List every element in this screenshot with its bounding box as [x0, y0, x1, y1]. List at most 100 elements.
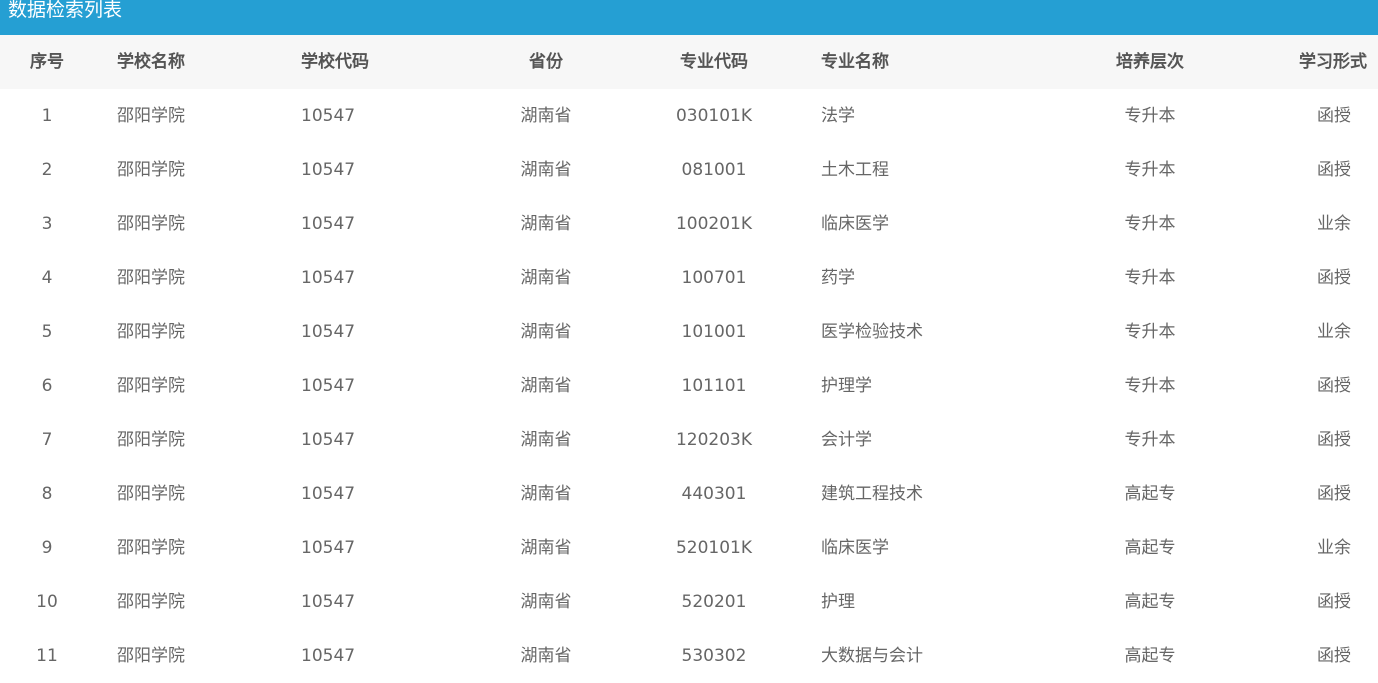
- cell-level: 专升本: [1124, 322, 1176, 342]
- cell-major-name: 土木工程: [821, 160, 889, 180]
- cell-province: 湖南省: [520, 214, 572, 234]
- table-row: 11 邵阳学院 10547 湖南省 530302 大数据与会计 高起专 函授: [0, 629, 1378, 683]
- header-school-name: 学校名称: [117, 52, 185, 72]
- cell-study-form: 业余: [1317, 538, 1351, 558]
- table-row: 1 邵阳学院 10547 湖南省 030101K 法学 专升本 函授: [0, 89, 1378, 143]
- header-seq: 序号: [30, 52, 64, 72]
- cell-level: 专升本: [1124, 376, 1176, 396]
- cell-school-name: 邵阳学院: [117, 214, 185, 234]
- cell-school-code: 10547: [301, 214, 356, 234]
- cell-major-name: 建筑工程技术: [821, 484, 923, 504]
- cell-seq: 3: [41, 214, 53, 234]
- cell-major-name: 护理: [821, 592, 855, 612]
- cell-major-name: 会计学: [821, 430, 872, 450]
- data-table: 序号 学校名称 学校代码 省份 专业代码 专业名称 培养层次 学习形式 1 邵阳…: [0, 35, 1378, 683]
- cell-school-code: 10547: [301, 160, 356, 180]
- cell-school-code: 10547: [301, 322, 356, 342]
- cell-study-form: 函授: [1317, 484, 1351, 504]
- cell-level: 专升本: [1124, 106, 1176, 126]
- cell-seq: 11: [36, 646, 58, 666]
- cell-school-code: 10547: [301, 430, 356, 450]
- cell-major-code: 030101K: [675, 106, 753, 126]
- header-major-name: 专业名称: [821, 52, 889, 72]
- cell-major-name: 临床医学: [821, 214, 889, 234]
- cell-major-code: 100201K: [675, 214, 753, 234]
- cell-province: 湖南省: [520, 646, 572, 666]
- cell-seq: 8: [41, 484, 53, 504]
- cell-major-name: 护理学: [821, 376, 872, 396]
- cell-study-form: 业余: [1317, 322, 1351, 342]
- cell-major-code: 081001: [681, 160, 747, 180]
- cell-seq: 5: [41, 322, 53, 342]
- cell-level: 专升本: [1124, 160, 1176, 180]
- header-province: 省份: [529, 52, 563, 72]
- cell-level: 专升本: [1124, 268, 1176, 288]
- cell-seq: 2: [41, 160, 53, 180]
- cell-major-name: 药学: [821, 268, 855, 288]
- cell-province: 湖南省: [520, 322, 572, 342]
- cell-study-form: 函授: [1317, 268, 1351, 288]
- cell-level: 高起专: [1124, 646, 1176, 666]
- cell-school-code: 10547: [301, 484, 356, 504]
- cell-major-code: 101001: [681, 322, 747, 342]
- table-row: 2 邵阳学院 10547 湖南省 081001 土木工程 专升本 函授: [0, 143, 1378, 197]
- cell-level: 专升本: [1124, 214, 1176, 234]
- cell-province: 湖南省: [520, 430, 572, 450]
- table-row: 3 邵阳学院 10547 湖南省 100201K 临床医学 专升本 业余: [0, 197, 1378, 251]
- cell-study-form: 函授: [1317, 376, 1351, 396]
- page-title: 数据检索列表: [8, 0, 123, 21]
- cell-major-code: 101101: [681, 376, 747, 396]
- list-title-bar: 数据检索列表: [0, 0, 1378, 35]
- cell-school-code: 10547: [301, 592, 356, 612]
- cell-level: 高起专: [1124, 592, 1176, 612]
- header-level: 培养层次: [1116, 52, 1184, 72]
- table-row: 7 邵阳学院 10547 湖南省 120203K 会计学 专升本 函授: [0, 413, 1378, 467]
- cell-province: 湖南省: [520, 106, 572, 126]
- cell-school-name: 邵阳学院: [117, 376, 185, 396]
- cell-seq: 6: [41, 376, 53, 396]
- cell-school-code: 10547: [301, 106, 356, 126]
- cell-school-code: 10547: [301, 538, 356, 558]
- cell-school-code: 10547: [301, 268, 356, 288]
- cell-major-code: 440301: [681, 484, 747, 504]
- cell-major-name: 临床医学: [821, 538, 889, 558]
- header-study-form: 学习形式: [1299, 52, 1367, 72]
- table-row: 10 邵阳学院 10547 湖南省 520201 护理 高起专 函授: [0, 575, 1378, 629]
- cell-province: 湖南省: [520, 538, 572, 558]
- cell-seq: 7: [41, 430, 53, 450]
- cell-seq: 9: [41, 538, 53, 558]
- table-row: 4 邵阳学院 10547 湖南省 100701 药学 专升本 函授: [0, 251, 1378, 305]
- cell-province: 湖南省: [520, 376, 572, 396]
- cell-school-name: 邵阳学院: [117, 646, 185, 666]
- cell-study-form: 函授: [1317, 160, 1351, 180]
- cell-major-code: 530302: [681, 646, 747, 666]
- cell-province: 湖南省: [520, 160, 572, 180]
- cell-school-name: 邵阳学院: [117, 592, 185, 612]
- header-major-code: 专业代码: [680, 52, 748, 72]
- cell-study-form: 函授: [1317, 646, 1351, 666]
- cell-study-form: 函授: [1317, 592, 1351, 612]
- cell-major-code: 520201: [681, 592, 747, 612]
- cell-level: 专升本: [1124, 430, 1176, 450]
- cell-school-name: 邵阳学院: [117, 322, 185, 342]
- table-header-row: 序号 学校名称 学校代码 省份 专业代码 专业名称 培养层次 学习形式: [0, 35, 1378, 89]
- cell-province: 湖南省: [520, 484, 572, 504]
- cell-major-name: 医学检验技术: [821, 322, 923, 342]
- cell-school-name: 邵阳学院: [117, 106, 185, 126]
- cell-level: 高起专: [1124, 484, 1176, 504]
- cell-study-form: 函授: [1317, 430, 1351, 450]
- cell-school-name: 邵阳学院: [117, 430, 185, 450]
- cell-school-name: 邵阳学院: [117, 268, 185, 288]
- header-school-code: 学校代码: [301, 52, 369, 72]
- cell-major-code: 520101K: [675, 538, 753, 558]
- cell-school-code: 10547: [301, 646, 356, 666]
- cell-major-name: 法学: [821, 106, 855, 126]
- cell-province: 湖南省: [520, 268, 572, 288]
- cell-school-code: 10547: [301, 376, 356, 396]
- cell-school-name: 邵阳学院: [117, 538, 185, 558]
- table-row: 8 邵阳学院 10547 湖南省 440301 建筑工程技术 高起专 函授: [0, 467, 1378, 521]
- cell-level: 高起专: [1124, 538, 1176, 558]
- cell-seq: 1: [41, 106, 53, 126]
- cell-school-name: 邵阳学院: [117, 484, 185, 504]
- cell-seq: 4: [41, 268, 53, 288]
